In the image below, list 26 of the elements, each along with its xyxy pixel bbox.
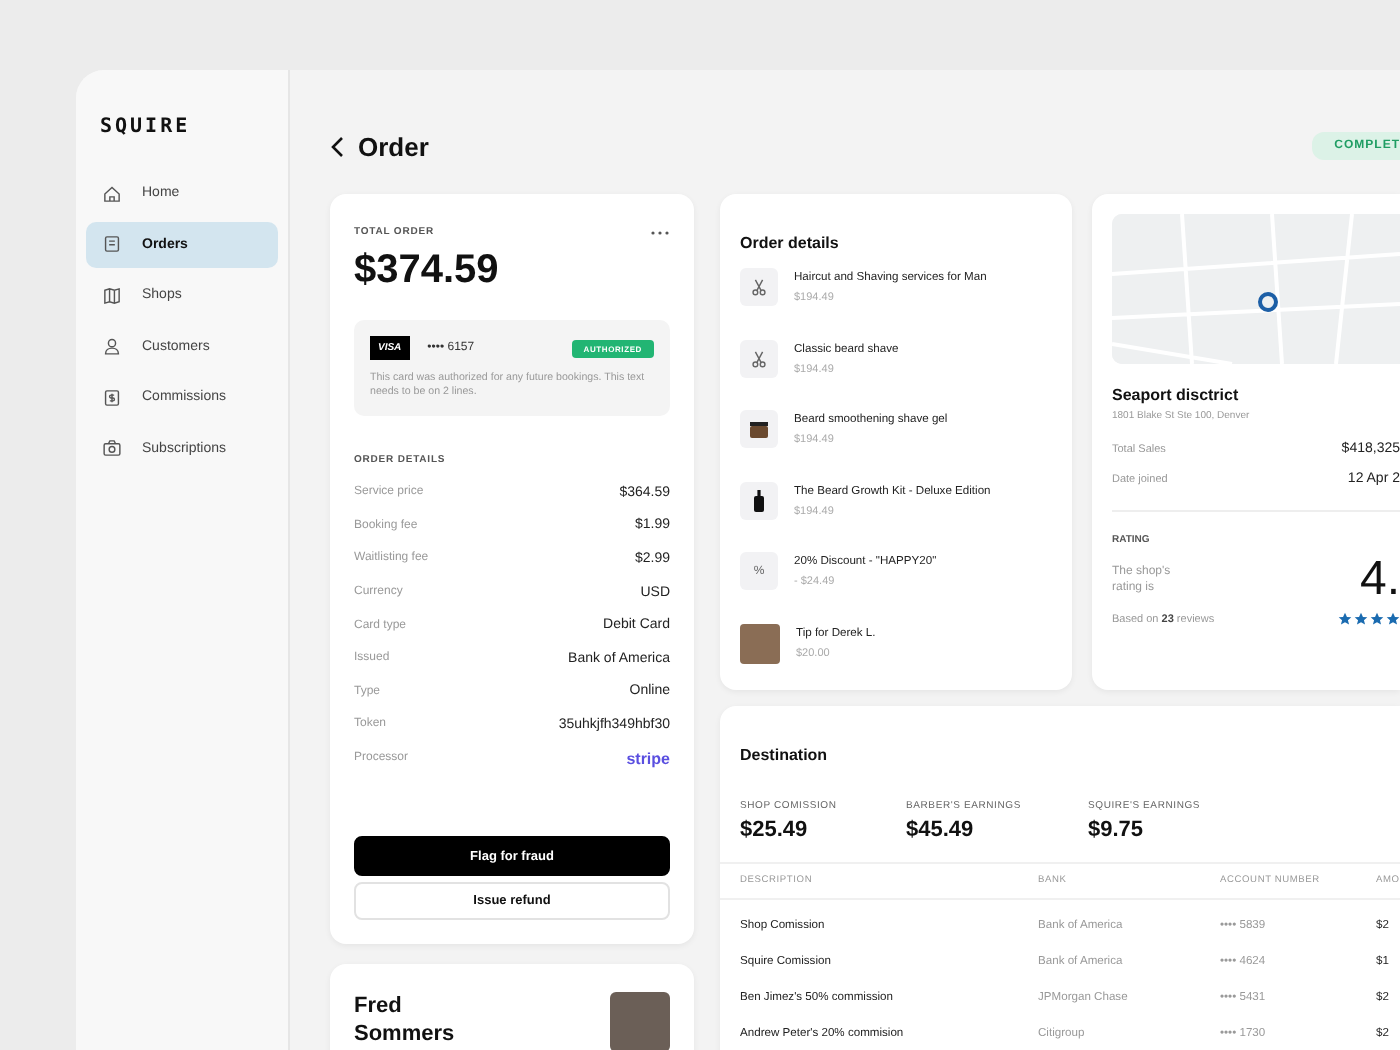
earning-value: $25.49	[740, 818, 810, 842]
home-icon	[102, 183, 122, 203]
photo-placeholder	[610, 992, 670, 1050]
card-title: Order details	[740, 234, 839, 252]
more-icon[interactable]	[650, 229, 670, 235]
map-icon	[102, 285, 122, 305]
processor-logo: stripe	[626, 749, 670, 768]
logo: SQUIRE	[100, 116, 191, 138]
receipt-icon	[102, 234, 122, 254]
back-icon[interactable]	[330, 135, 344, 157]
dollar-document-icon	[102, 387, 122, 407]
customer-name: Fred Sommers	[354, 992, 457, 1050]
scissors-icon	[750, 349, 768, 367]
jar-icon	[750, 421, 768, 437]
shop-name: Seaport disctrict	[1112, 386, 1241, 404]
page-title: Order	[358, 131, 429, 161]
rating-value: 4.	[1359, 552, 1400, 608]
bottle-icon	[754, 489, 764, 511]
order-total: $374.59	[354, 248, 501, 294]
scissors-icon	[750, 278, 768, 296]
earning-value: $9.75	[1088, 818, 1146, 842]
camera-icon	[102, 438, 122, 458]
person-icon	[102, 336, 122, 356]
photo-placeholder	[740, 623, 780, 663]
card-title: Destination	[740, 746, 828, 764]
earning-value: $45.49	[906, 818, 976, 842]
